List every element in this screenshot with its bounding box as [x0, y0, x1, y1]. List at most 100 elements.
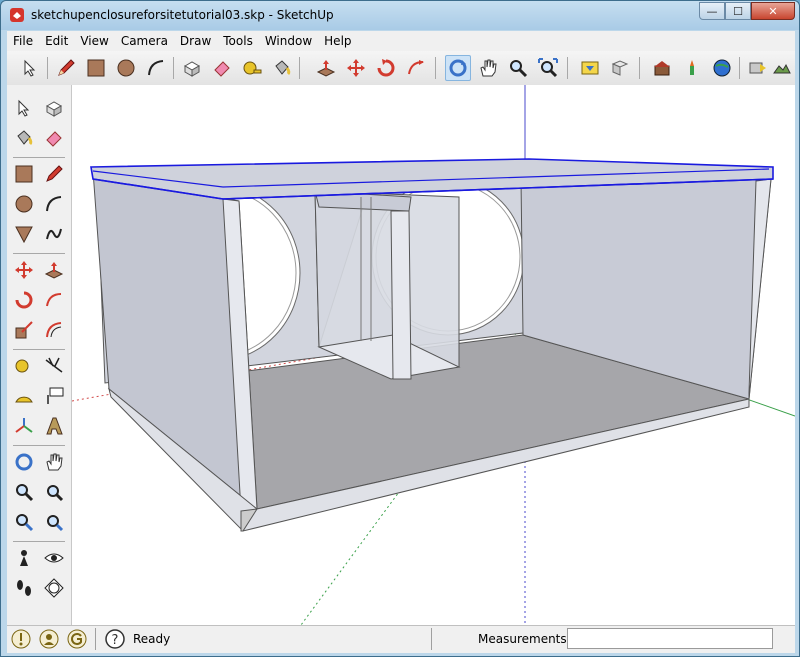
circle-tool-button[interactable]: [113, 55, 139, 81]
section-plane-button[interactable]: [41, 575, 67, 601]
zoom-tool-button[interactable]: [11, 479, 37, 505]
eraser-tool-button[interactable]: [209, 55, 235, 81]
menu-tools[interactable]: Tools: [217, 34, 259, 48]
offset-tool-button[interactable]: [41, 317, 67, 343]
walk-tool-button[interactable]: [11, 575, 37, 601]
select-tool-button[interactable]: [17, 55, 43, 81]
follow-me-button[interactable]: [41, 287, 67, 313]
3d-text-icon: [46, 417, 63, 435]
menu-view[interactable]: View: [74, 34, 114, 48]
paint-bucket-button[interactable]: [11, 125, 37, 151]
zoom-extents-icon: [538, 58, 558, 78]
dimension-tool-button[interactable]: [41, 353, 67, 379]
menu-draw[interactable]: Draw: [174, 34, 217, 48]
measurements-input[interactable]: [567, 628, 773, 649]
paint-bucket-button[interactable]: [269, 55, 295, 81]
component-button[interactable]: [679, 55, 705, 81]
toolbar-separator: [435, 57, 436, 79]
get-current-view-button[interactable]: [745, 55, 771, 81]
menu-help[interactable]: Help: [318, 34, 357, 48]
minimize-button[interactable]: —: [699, 2, 725, 20]
rotate-tool-button[interactable]: [373, 55, 399, 81]
orbit-tool-button[interactable]: [445, 55, 471, 81]
arc-tool-button[interactable]: [143, 55, 169, 81]
share-model-button[interactable]: [607, 55, 633, 81]
position-camera-icon: [20, 550, 28, 566]
axes-tool-button[interactable]: [11, 413, 37, 439]
3d-warehouse-button[interactable]: [649, 55, 675, 81]
svg-text:?: ?: [112, 633, 119, 648]
toggle-terrain-button[interactable]: [769, 55, 795, 81]
circle-tool-button[interactable]: [11, 191, 37, 217]
dimension-icon: [45, 357, 63, 373]
help-icon[interactable]: ?: [105, 629, 125, 649]
previous-view-icon: [16, 514, 34, 532]
zoom-tool-button[interactable]: [505, 55, 531, 81]
pencil-tool-button[interactable]: [41, 161, 67, 187]
axes-icon: [15, 418, 33, 433]
push-pull-icon: [316, 60, 336, 77]
tape-measure-button[interactable]: [11, 353, 37, 379]
pan-tool-button[interactable]: [475, 55, 501, 81]
geolocation-icon[interactable]: [11, 629, 31, 649]
push-pull-button[interactable]: [313, 55, 339, 81]
orbit-icon: [449, 59, 467, 77]
freehand-tool-button[interactable]: [41, 221, 67, 247]
text-tool-button[interactable]: [41, 383, 67, 409]
3d-text-button[interactable]: [41, 413, 67, 439]
toolbar-separator: [173, 57, 174, 79]
previous-view-button[interactable]: [11, 509, 37, 535]
move-tool-button[interactable]: [11, 257, 37, 283]
drawing-viewport[interactable]: [72, 85, 795, 625]
push-pull-button[interactable]: [41, 257, 67, 283]
follow-me-icon: [408, 60, 424, 75]
zoom-extents-button[interactable]: [535, 55, 561, 81]
google-earth-button[interactable]: [709, 55, 735, 81]
orbit-tool-button[interactable]: [11, 449, 37, 475]
model-canvas[interactable]: [72, 85, 795, 625]
look-around-button[interactable]: [41, 545, 67, 571]
maximize-button[interactable]: ☐: [725, 2, 751, 20]
close-button[interactable]: ✕: [751, 2, 795, 20]
tape-measure-button[interactable]: [239, 55, 265, 81]
rectangle-tool-button[interactable]: [11, 161, 37, 187]
get-models-button[interactable]: [577, 55, 603, 81]
sketchup-app-icon: [10, 8, 24, 22]
orbit-icon: [15, 453, 33, 471]
zoom-extents-button[interactable]: [41, 509, 67, 535]
pan-tool-button[interactable]: [41, 449, 67, 475]
toolbar-separator: [299, 57, 300, 79]
toolbar-separator: [13, 541, 65, 542]
pencil-tool-button[interactable]: [53, 55, 79, 81]
paint-bucket-icon: [17, 130, 33, 146]
make-component-icon: [45, 101, 63, 117]
circle-icon: [15, 195, 33, 213]
select-tool-button[interactable]: [11, 95, 37, 121]
menu-camera[interactable]: Camera: [115, 34, 174, 48]
google-earth-icon: [713, 59, 731, 77]
polygon-tool-button[interactable]: [11, 221, 37, 247]
scale-tool-button[interactable]: [11, 317, 37, 343]
toolbar-separator: [13, 445, 65, 446]
zoom-window-button[interactable]: [41, 479, 67, 505]
toolbar-separator: [13, 253, 65, 254]
rectangle-tool-button[interactable]: [83, 55, 109, 81]
move-tool-button[interactable]: [343, 55, 369, 81]
arc-tool-button[interactable]: [41, 191, 67, 217]
protractor-button[interactable]: [11, 383, 37, 409]
tape-measure-icon: [15, 359, 29, 373]
menu-file[interactable]: File: [7, 34, 39, 48]
rectangle-icon: [15, 165, 33, 183]
make-component-button[interactable]: [179, 55, 205, 81]
make-component-button[interactable]: [41, 95, 67, 121]
position-camera-button[interactable]: [11, 545, 37, 571]
menu-window[interactable]: Window: [259, 34, 318, 48]
title-bar[interactable]: sketchupenclosureforsitetutorial03.skp -…: [1, 1, 799, 30]
eraser-tool-button[interactable]: [41, 125, 67, 151]
credits-icon[interactable]: [39, 629, 59, 649]
rotate-tool-button[interactable]: [11, 287, 37, 313]
menu-edit[interactable]: Edit: [39, 34, 74, 48]
follow-me-button[interactable]: [403, 55, 429, 81]
rotate-icon: [15, 291, 33, 309]
sign-in-icon[interactable]: [67, 629, 87, 649]
